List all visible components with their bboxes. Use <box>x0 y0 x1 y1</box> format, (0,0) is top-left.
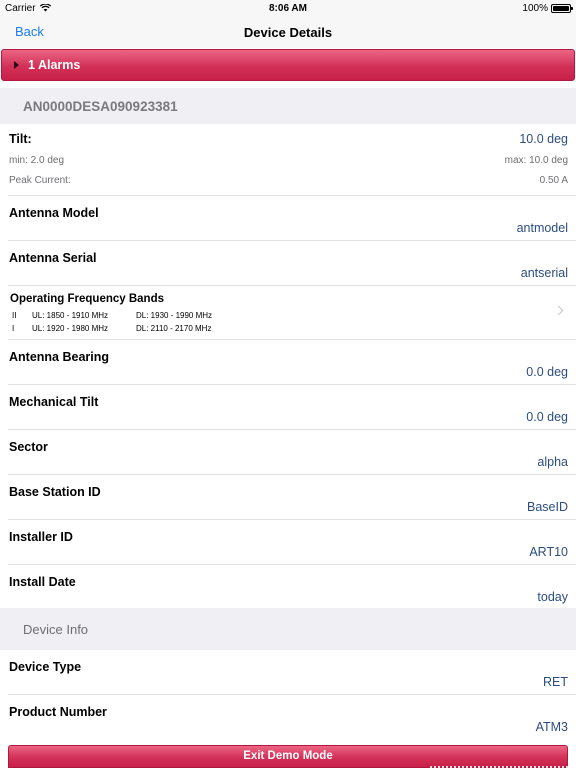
band-line: I UL: 1920 - 1980 MHz DL: 2110 - 2170 MH… <box>12 324 211 333</box>
operating-frequency-bands-row[interactable]: Operating Frequency Bands II UL: 1850 - … <box>8 286 576 340</box>
installer-id-row[interactable]: Installer ID ART10 <box>8 520 576 565</box>
tilt-value: 10.0 deg <box>519 132 568 146</box>
device-info-list: Device Type RET Product Number ATM3 <box>0 650 576 740</box>
tilt-min: min: 2.0 deg <box>9 155 65 166</box>
wifi-icon <box>39 4 51 12</box>
device-type-row[interactable]: Device Type RET <box>8 650 576 695</box>
peak-current-value: 0.50 A <box>539 175 568 186</box>
row-label: Mechanical Tilt <box>9 395 99 409</box>
row-label: Sector <box>9 440 48 454</box>
status-bar: Carrier 8:06 AM 100% <box>0 0 576 16</box>
status-left: Carrier <box>5 3 51 14</box>
mechanical-tilt-row[interactable]: Mechanical Tilt 0.0 deg <box>8 385 576 430</box>
band-downlink: DL: 1930 - 1990 MHz <box>136 311 213 320</box>
device-info-header: Device Info <box>0 608 576 650</box>
row-label: Device Type <box>9 660 82 674</box>
tilt-max: max: 10.0 deg <box>504 155 568 166</box>
antenna-bearing-row[interactable]: Antenna Bearing 0.0 deg <box>8 340 576 385</box>
row-value: 0.0 deg <box>526 365 568 379</box>
device-serial: AN0000DESA090923381 <box>23 98 178 114</box>
row-value: today <box>537 590 568 604</box>
product-number-row[interactable]: Product Number ATM3 <box>8 695 576 740</box>
alarms-banner[interactable]: 1 Alarms <box>1 49 575 81</box>
band-line: II UL: 1850 - 1910 MHz DL: 1930 - 1990 M… <box>12 311 212 320</box>
row-value: 0.0 deg <box>526 410 568 424</box>
row-value: BaseID <box>527 500 568 514</box>
antenna-model-row[interactable]: Antenna Model antmodel <box>8 196 576 241</box>
row-label: Antenna Model <box>9 206 99 220</box>
alarms-label: 1 Alarms <box>28 58 81 72</box>
row-value: ATM3 <box>535 720 568 734</box>
row-value: RET <box>543 675 568 689</box>
row-label: Install Date <box>9 575 76 589</box>
status-time: 8:06 AM <box>269 2 307 14</box>
row-label: Installer ID <box>9 530 73 544</box>
row-value: antmodel <box>516 221 568 235</box>
peak-current-label: Peak Current: <box>9 175 71 186</box>
row-value: alpha <box>537 455 568 469</box>
device-details-list: Tilt: 10.0 deg min: 2.0 deg max: 10.0 de… <box>0 124 576 610</box>
band-uplink: UL: 1920 - 1980 MHz <box>32 324 109 333</box>
row-label: Antenna Bearing <box>9 350 110 364</box>
carrier-label: Carrier <box>5 2 36 14</box>
battery-percent: 100% <box>522 2 548 14</box>
row-label: Base Station ID <box>9 485 101 499</box>
nav-title: Device Details <box>243 24 333 40</box>
row-value: ART10 <box>529 545 568 559</box>
back-button[interactable]: Back <box>15 24 44 39</box>
frequency-bands-title: Operating Frequency Bands <box>10 293 165 305</box>
chevron-right-icon <box>553 305 564 316</box>
row-value: antserial <box>520 266 568 280</box>
device-info-title: Device Info <box>23 621 89 637</box>
sector-row[interactable]: Sector alpha <box>8 430 576 475</box>
band-number: II <box>12 311 17 320</box>
tilt-label: Tilt: <box>9 132 32 146</box>
battery-fill <box>553 5 569 11</box>
row-label: Antenna Serial <box>9 251 97 265</box>
row-label: Product Number <box>9 705 107 719</box>
device-serial-header: AN0000DESA090923381 <box>0 88 576 124</box>
base-station-id-row[interactable]: Base Station ID BaseID <box>8 475 576 520</box>
antenna-serial-row[interactable]: Antenna Serial antserial <box>8 241 576 286</box>
install-date-row[interactable]: Install Date today <box>8 565 576 610</box>
band-downlink: DL: 2110 - 2170 MHz <box>136 324 212 333</box>
nav-bar: Back Device Details <box>0 16 576 48</box>
disclosure-triangle-icon <box>14 61 19 69</box>
status-right: 100% <box>522 2 573 14</box>
band-uplink: UL: 1850 - 1910 MHz <box>32 311 109 320</box>
band-number: I <box>12 324 15 333</box>
battery-icon <box>551 3 573 13</box>
tilt-row: Tilt: 10.0 deg min: 2.0 deg max: 10.0 de… <box>8 124 576 196</box>
exit-demo-mode-button[interactable]: Exit Demo Mode <box>8 745 568 768</box>
